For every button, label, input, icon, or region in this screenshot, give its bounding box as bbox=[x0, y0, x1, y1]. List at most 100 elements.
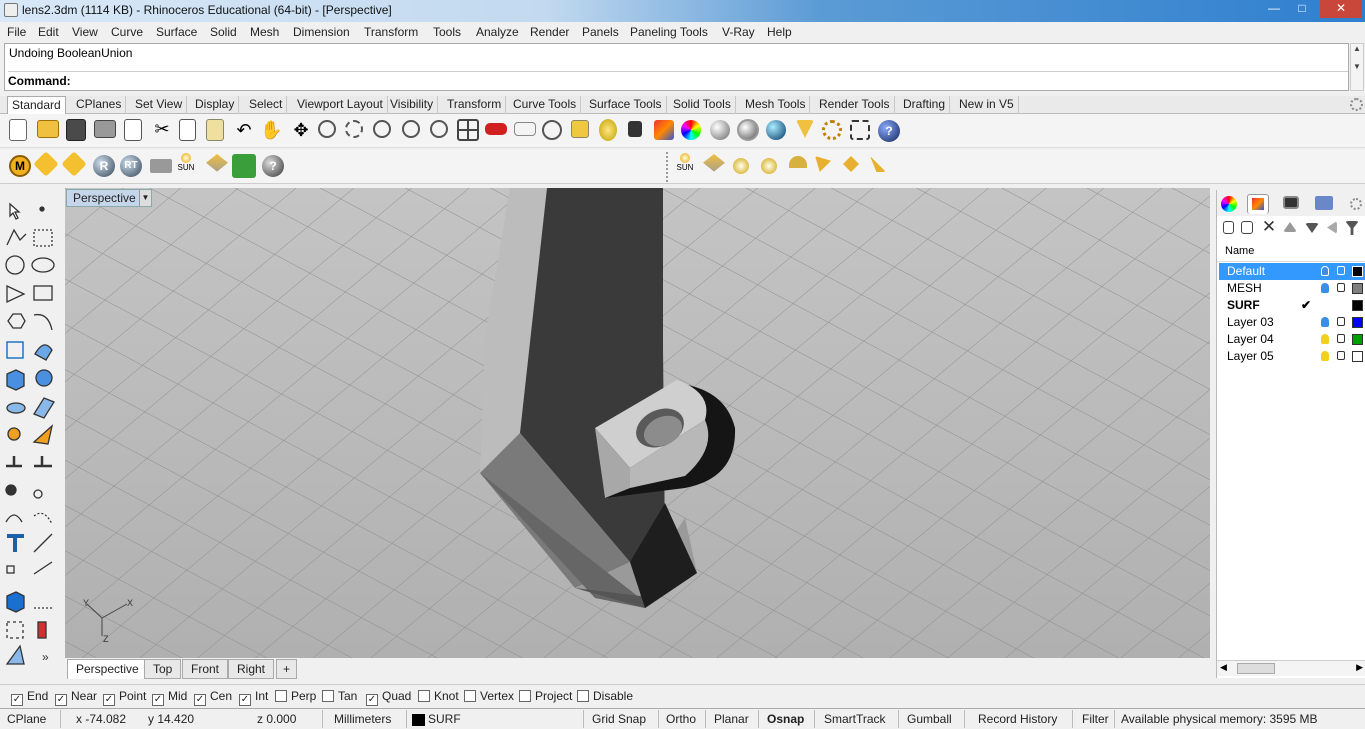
scroll-left-icon[interactable]: ◀ bbox=[1220, 662, 1227, 673]
osnap-project[interactable]: Project bbox=[519, 689, 572, 703]
perspective-viewport[interactable]: X Y Z bbox=[65, 188, 1210, 658]
checkbox-unchecked-icon[interactable] bbox=[275, 690, 287, 702]
tab-solid-tools[interactable]: Solid Tools bbox=[669, 96, 736, 114]
menu-edit[interactable]: Edit bbox=[38, 25, 59, 39]
point-light-icon[interactable] bbox=[733, 158, 749, 174]
tab-new-in-v5[interactable]: New in V5 bbox=[955, 96, 1019, 114]
open-folder-icon[interactable] bbox=[37, 120, 59, 138]
linear-light-icon[interactable] bbox=[843, 156, 859, 172]
tab-display[interactable]: Display bbox=[191, 96, 240, 114]
light-bulb-on-icon[interactable] bbox=[1321, 266, 1329, 276]
command-prompt[interactable]: Command: bbox=[8, 71, 1348, 88]
viewport-title[interactable]: Perspective ▼ bbox=[66, 189, 152, 207]
copy-icon[interactable] bbox=[179, 119, 196, 141]
menu-analyze[interactable]: Analyze bbox=[476, 25, 519, 39]
layers-horizontal-scrollbar[interactable]: ◀ ▶ bbox=[1217, 660, 1365, 676]
layers-icon[interactable] bbox=[654, 120, 674, 140]
add-viewport-tab-icon[interactable]: + bbox=[276, 659, 298, 679]
sun-light-icon[interactable]: SUN bbox=[674, 153, 696, 175]
layer-row-surf[interactable]: SURF ✔ bbox=[1219, 297, 1365, 314]
four-viewports-icon[interactable] bbox=[457, 119, 479, 141]
pan-hand-icon[interactable]: ✋ bbox=[260, 120, 282, 142]
toolbar-grip[interactable] bbox=[666, 152, 668, 182]
layer-color-swatch[interactable] bbox=[1352, 300, 1363, 311]
save-icon[interactable] bbox=[66, 119, 86, 141]
tab-render-tools[interactable]: Render Tools bbox=[815, 96, 895, 114]
dome-light-icon[interactable] bbox=[789, 156, 807, 168]
viewport-menu-arrow-icon[interactable]: ▼ bbox=[139, 190, 151, 206]
status-units[interactable]: Millimeters bbox=[334, 712, 391, 726]
filter-toggle[interactable]: Filter bbox=[1082, 712, 1109, 726]
ellipse-icon[interactable] bbox=[31, 257, 55, 273]
options-diamond-icon[interactable] bbox=[33, 151, 59, 177]
osnap-mid[interactable]: ✓ Mid bbox=[152, 689, 187, 706]
render-tool-icon[interactable] bbox=[5, 644, 25, 665]
unlock-icon[interactable] bbox=[1337, 283, 1345, 292]
rotate-view-icon[interactable]: ✥ bbox=[290, 120, 312, 142]
light-bulb-on-icon[interactable] bbox=[1321, 351, 1329, 361]
layer-row-layer-03[interactable]: Layer 03 bbox=[1219, 314, 1365, 331]
menu-help[interactable]: Help bbox=[767, 25, 792, 39]
status-cplane[interactable]: CPlane bbox=[7, 712, 46, 726]
curve-control-points-icon[interactable] bbox=[33, 229, 53, 247]
surface-from-points-icon[interactable] bbox=[6, 341, 24, 359]
mesh-plane-icon[interactable] bbox=[33, 397, 55, 419]
layer-color-swatch[interactable] bbox=[1352, 266, 1363, 277]
light-bulb-on-icon[interactable] bbox=[1321, 283, 1329, 293]
properties-panel-icon[interactable] bbox=[1221, 196, 1237, 212]
zoom-extents-icon[interactable] bbox=[373, 120, 391, 138]
menu-vray[interactable]: V-Ray bbox=[722, 25, 755, 39]
osnap-perp[interactable]: Perp bbox=[275, 689, 316, 703]
record-history-toggle[interactable]: Record History bbox=[978, 712, 1057, 726]
spot-light-icon[interactable] bbox=[703, 154, 725, 172]
maximize-button[interactable]: □ bbox=[1289, 0, 1315, 18]
lock-icon[interactable] bbox=[628, 121, 642, 137]
menu-render[interactable]: Render bbox=[530, 25, 569, 39]
filter-layers-icon[interactable] bbox=[1345, 221, 1359, 235]
checkbox-checked-icon[interactable]: ✓ bbox=[366, 694, 378, 706]
more-tools-icon[interactable]: » bbox=[42, 650, 49, 664]
menu-panels[interactable]: Panels bbox=[582, 25, 619, 39]
extrude-solid-icon[interactable] bbox=[6, 591, 25, 613]
ungroup-icon[interactable] bbox=[33, 489, 43, 499]
osnap-knot[interactable]: Knot bbox=[418, 689, 459, 703]
print-icon[interactable] bbox=[94, 120, 116, 138]
unlock-icon[interactable] bbox=[1337, 351, 1345, 360]
toolbar-options-gear-icon[interactable] bbox=[1350, 98, 1363, 111]
split-icon[interactable] bbox=[34, 456, 52, 468]
menu-curve[interactable]: Curve bbox=[111, 25, 143, 39]
polyline-icon[interactable] bbox=[6, 228, 27, 246]
explode-curve-icon[interactable] bbox=[33, 512, 53, 525]
analyze-icon[interactable] bbox=[37, 621, 47, 639]
layer-color-swatch[interactable] bbox=[1352, 317, 1363, 328]
layer-color-swatch[interactable] bbox=[1352, 351, 1363, 362]
options-gear-icon[interactable] bbox=[822, 120, 842, 140]
tab-transform[interactable]: Transform bbox=[443, 96, 507, 114]
selection-filter-icon[interactable] bbox=[850, 120, 870, 140]
checkbox-unchecked-icon[interactable] bbox=[577, 690, 589, 702]
osnap-tan[interactable]: Tan bbox=[322, 689, 357, 703]
join-curve-icon[interactable] bbox=[5, 514, 23, 523]
checkbox-checked-icon[interactable]: ✓ bbox=[194, 694, 206, 706]
undo-view-icon[interactable] bbox=[430, 120, 448, 138]
tab-surface-tools[interactable]: Surface Tools bbox=[585, 96, 667, 114]
arc-icon[interactable] bbox=[6, 284, 26, 304]
select-point-icon[interactable] bbox=[542, 120, 562, 140]
car-wireframe-icon[interactable] bbox=[514, 122, 536, 136]
planar-toggle[interactable]: Planar bbox=[714, 712, 749, 726]
status-current-layer[interactable]: SURF bbox=[428, 712, 461, 726]
material-editor-icon[interactable]: M bbox=[9, 155, 31, 177]
osnap-vertex[interactable]: Vertex bbox=[464, 689, 514, 703]
group-icon[interactable] bbox=[5, 484, 17, 496]
trim-icon[interactable] bbox=[6, 456, 22, 468]
viewport-tab-front[interactable]: Front bbox=[182, 659, 229, 679]
menu-mesh[interactable]: Mesh bbox=[250, 25, 279, 39]
color-wheel-icon[interactable] bbox=[681, 120, 701, 140]
menu-paneling-tools[interactable]: Paneling Tools bbox=[630, 25, 708, 39]
realtime-render-icon[interactable]: RT bbox=[120, 155, 142, 177]
gumball-toggle[interactable]: Gumball bbox=[907, 712, 952, 726]
layer-row-default[interactable]: Default bbox=[1219, 263, 1365, 280]
array-icon[interactable] bbox=[6, 565, 15, 574]
checkbox-unchecked-icon[interactable] bbox=[464, 690, 476, 702]
checkbox-checked-icon[interactable]: ✓ bbox=[152, 694, 164, 706]
